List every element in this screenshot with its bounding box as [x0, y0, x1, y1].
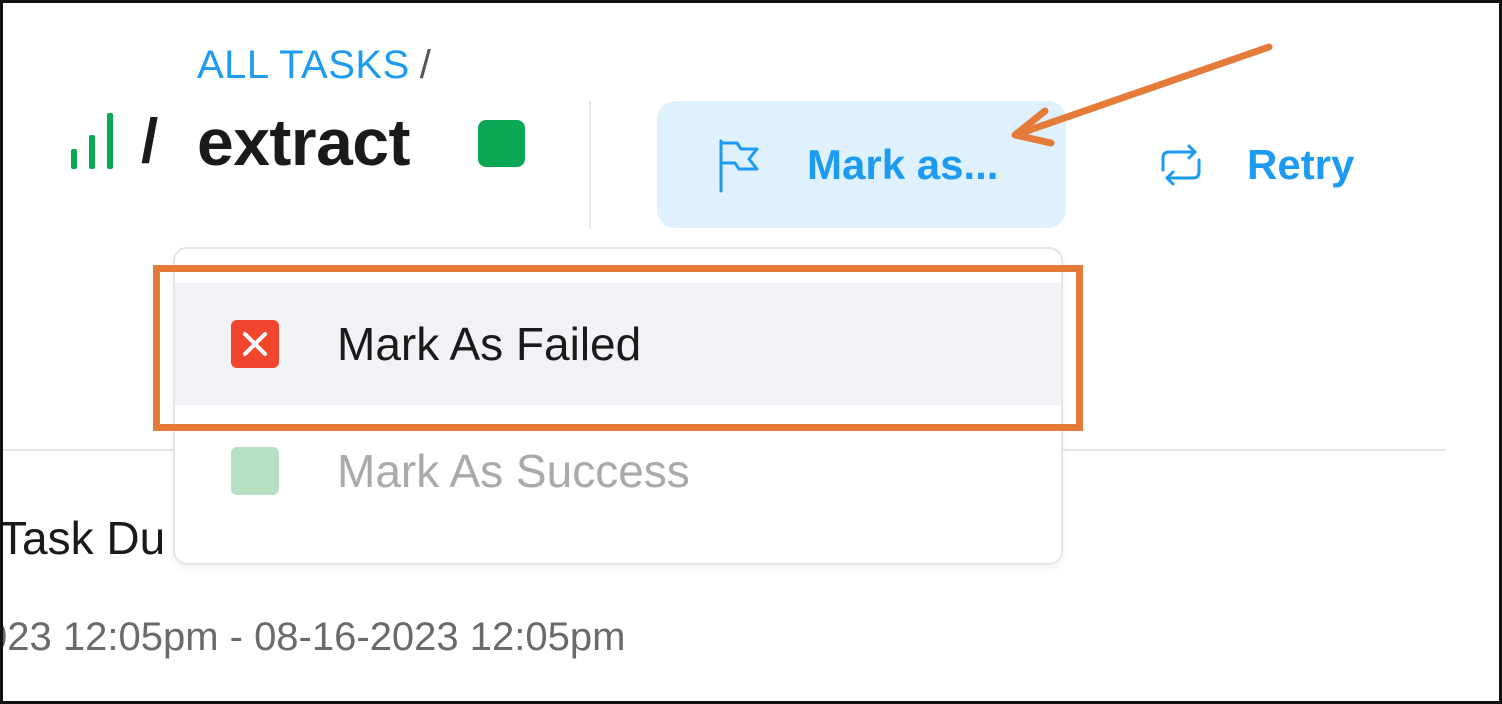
mark-as-label: Mark as...: [807, 140, 999, 188]
breadcrumb: ALL TASKS /: [197, 45, 431, 85]
task-time-range: 023 12:05pm - 08-16-2023 12:05pm: [0, 615, 626, 659]
mark-as-dropdown-menu: Mark As Failed Mark As Success: [173, 247, 1063, 565]
menu-item-mark-as-success[interactable]: Mark As Success: [175, 411, 1061, 531]
app-frame: ALL TASKS / / extract Mark as... Retry Ta…: [0, 0, 1502, 704]
breadcrumb-all-tasks-link[interactable]: ALL TASKS: [197, 43, 410, 87]
title-separator: /: [141, 107, 159, 176]
task-duration-label: Task Du: [0, 512, 166, 564]
success-icon: [231, 447, 279, 495]
annotation-arrow-icon: [1011, 43, 1273, 147]
flag-icon: [719, 139, 759, 192]
breadcrumb-separator: /: [419, 43, 431, 87]
failed-icon: [231, 320, 279, 368]
menu-item-label: Mark As Failed: [337, 318, 642, 370]
status-badge: [478, 120, 525, 167]
page-title: extract: [197, 105, 410, 179]
bar-chart-icon: [71, 113, 113, 169]
menu-item-label: Mark As Success: [337, 445, 690, 497]
menu-item-mark-as-failed[interactable]: Mark As Failed: [175, 283, 1061, 405]
vertical-divider: [589, 101, 591, 229]
